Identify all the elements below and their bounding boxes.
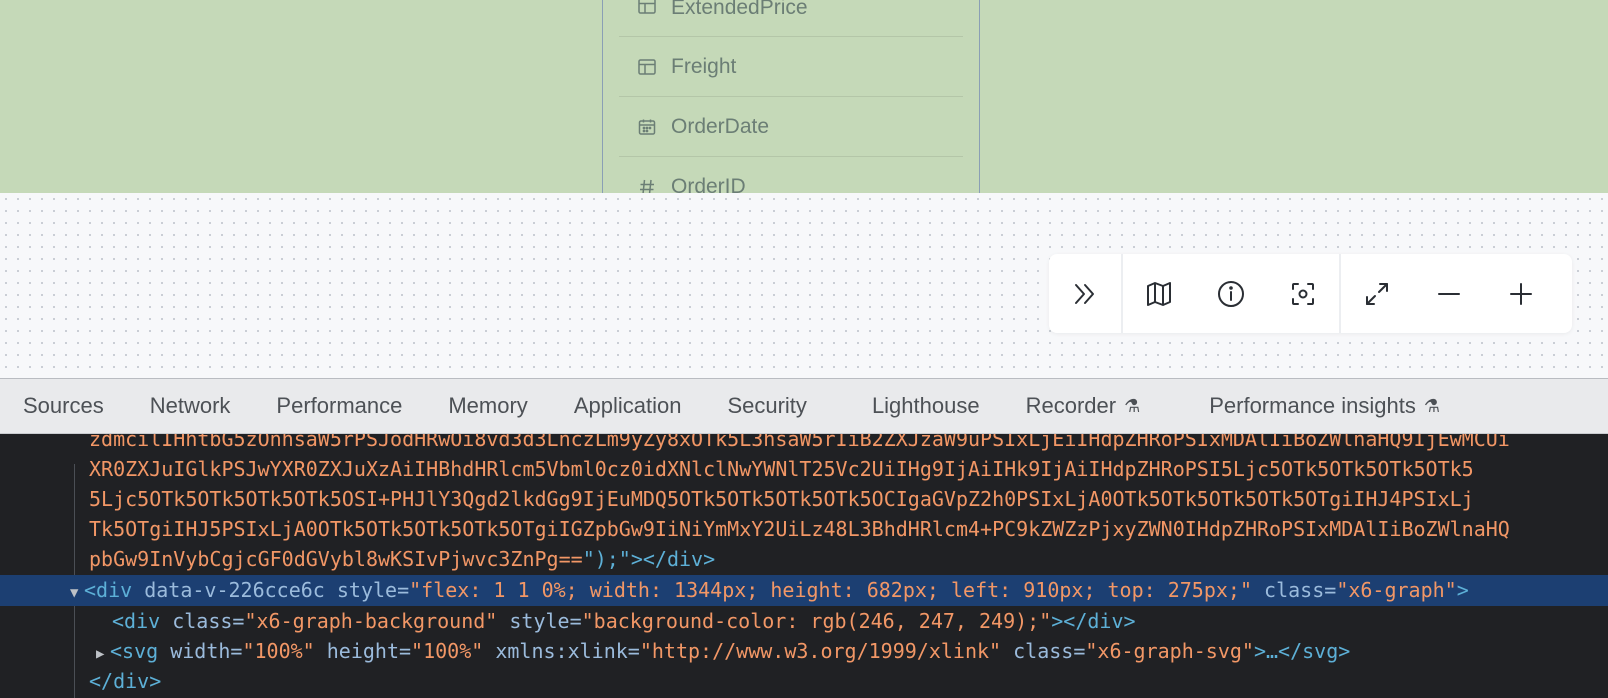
attr-name: class= [1252, 578, 1337, 602]
attr-value: "x6-graph" [1336, 578, 1457, 602]
tab-memory[interactable]: Memory [425, 393, 550, 419]
tag-open: <svg [110, 639, 171, 663]
tab-label: Performance [276, 393, 403, 418]
field-row-freight[interactable]: Freight [619, 37, 963, 97]
attr-value: "100%" [411, 639, 484, 663]
collapse-panel-button[interactable] [1049, 254, 1121, 333]
tab-label: Sources [23, 393, 104, 418]
attr-name: class= [1001, 639, 1086, 663]
graph-toolbar [1049, 254, 1572, 333]
flask-icon: ⚗ [1423, 395, 1441, 416]
base64-text: zdmcilIHhtbG5zOnhsaW5rPSJodHRwOi8vd3d3Ln… [89, 434, 1510, 451]
field-label: OrderDate [671, 114, 770, 138]
expand-icon [1366, 282, 1388, 305]
tab-label: Performance insights [1209, 393, 1416, 418]
attr-value: "http://www.w3.org/1999/xlink" [639, 639, 1002, 663]
code-line[interactable]: Tk5OTgiIHJ5PSIxLjA0OTk5OTk5OTk5OTk5OTgiI… [89, 514, 1608, 545]
elements-tree: zdmcilIHhtbG5zOnhsaW5rPSJodHRwOi8vd3d3Ln… [0, 434, 1608, 698]
tab-label: Recorder [1025, 393, 1117, 418]
attr-value: "x6-graph-svg" [1085, 639, 1254, 663]
field-label: OrderID [671, 174, 746, 194]
tab-security[interactable]: Security [704, 393, 829, 419]
field-list: ExtendedPrice Freight OrderDate OrderID [619, 0, 963, 193]
tab-recorder[interactable]: Recorder ⚗ [1003, 393, 1164, 419]
minimap-button[interactable] [1123, 254, 1195, 333]
attr-value: "100%" [242, 639, 315, 663]
tab-lighthouse[interactable]: Lighthouse [830, 393, 1003, 419]
zoom-out-button[interactable] [1413, 254, 1485, 333]
attr-name: style= [497, 609, 582, 633]
tab-performance-insights[interactable]: Performance insights ⚗ [1163, 393, 1463, 419]
tag-close: > [1456, 578, 1469, 602]
tab-label: Security [727, 393, 807, 418]
tag-open: <div [84, 578, 145, 602]
base64-text: XR0ZXJuIGlkPSJwYXR0ZXJuXzAiIHBhdHRlcm5Vb… [89, 457, 1474, 481]
expand-triangle-icon[interactable]: ▼ [70, 578, 84, 606]
attr-name: width= [170, 639, 243, 663]
expand-triangle-icon[interactable]: ▶ [96, 639, 110, 667]
field-row-extendedprice[interactable]: ExtendedPrice [619, 0, 963, 37]
closing-tag: ");"></div> [582, 547, 716, 571]
highlight-overlay: ExtendedPrice Freight OrderDate OrderID [0, 0, 1608, 193]
attr-name: height= [314, 639, 412, 663]
table-column-icon [637, 0, 657, 16]
tab-application[interactable]: Application [551, 393, 705, 419]
attr-name: class= [172, 609, 245, 633]
tab-label: Lighthouse [871, 393, 980, 418]
tab-performance[interactable]: Performance [253, 393, 425, 419]
map-icon [1147, 281, 1171, 306]
attr-value: "flex: 1 1 0%; width: 1344px; height: 68… [409, 578, 1253, 602]
info-icon [1218, 280, 1244, 307]
field-label: Freight [671, 54, 737, 78]
base64-text: pbGw9InVybCgjcGF0dGVybl8wKSIvPjwvc3ZnPg=… [89, 547, 583, 571]
tag-open: <div [112, 609, 173, 633]
attr-name: style= [324, 578, 410, 602]
code-line[interactable]: </div> [89, 666, 1608, 697]
field-row-orderid[interactable]: OrderID [619, 157, 963, 193]
tab-sources[interactable]: Sources [0, 393, 127, 419]
code-line[interactable]: pbGw9InVybCgjcGF0dGVybl8wKSIvPjwvc3ZnPg=… [89, 544, 1608, 575]
base64-text: Tk5OTgiIHJ5PSIxLjA0OTk5OTk5OTk5OTk5OTgiI… [89, 517, 1510, 541]
focus-icon [1292, 282, 1314, 305]
tab-network[interactable]: Network [127, 393, 254, 419]
attr-value: "x6-graph-background" [244, 609, 498, 633]
calendar-icon [637, 117, 657, 137]
code-line[interactable]: ▶ <svg width="100%" height="100%" xmlns:x… [96, 636, 1608, 667]
code-line[interactable]: 5Ljc5OTk5OTk5OTk5OTk5OSI+PHJlY3Qgd2lkdGg… [89, 484, 1608, 515]
attr-value: "background-color: rgb(246, 247, 249);" [581, 609, 1052, 633]
devtools-panel: Sources Network Performance Memory Appli… [0, 378, 1608, 698]
attr-name: data-v-226cce6c [144, 578, 325, 602]
tab-label: Network [149, 393, 231, 418]
tag-close: >…</svg> [1253, 639, 1351, 663]
selected-node-row[interactable]: ▼ <div data-v-226cce6c style="flex: 1 1 0… [0, 575, 1608, 606]
minus-icon [1438, 292, 1460, 295]
code-line[interactable]: <div class="x6-graph-background" style="… [112, 606, 1608, 637]
field-row-orderdate[interactable]: OrderDate [619, 97, 963, 157]
double-chevron-right-icon [1075, 283, 1094, 304]
focus-button[interactable] [1267, 254, 1339, 333]
hash-icon [637, 177, 657, 193]
flask-icon: ⚗ [1124, 395, 1141, 416]
tab-label: Application [573, 393, 682, 418]
attr-name: xmlns:xlink= [483, 639, 640, 663]
table-node-card[interactable]: ExtendedPrice Freight OrderDate OrderID [602, 0, 980, 193]
base64-text: 5Ljc5OTk5OTk5OTk5OTk5OSI+PHJlY3Qgd2lkdGg… [89, 487, 1474, 511]
tab-label: Memory [448, 393, 528, 418]
fit-view-button[interactable] [1341, 254, 1413, 333]
field-label: ExtendedPrice [671, 0, 808, 19]
plus-icon [1510, 282, 1532, 305]
info-button[interactable] [1195, 254, 1267, 333]
code-line[interactable]: XR0ZXJuIGlkPSJwYXR0ZXJuXzAiIHBhdHRlcm5Vb… [89, 454, 1608, 485]
code-line[interactable]: zdmcilIHhtbG5zOnhsaW5rPSJodHRwOi8vd3d3Ln… [89, 434, 1608, 455]
table-column-icon [637, 57, 657, 77]
tag-close: ></div> [1051, 609, 1136, 633]
devtools-tab-bar: Sources Network Performance Memory Appli… [0, 378, 1608, 434]
closing-tag: </div> [89, 669, 162, 693]
zoom-in-button[interactable] [1485, 254, 1557, 333]
